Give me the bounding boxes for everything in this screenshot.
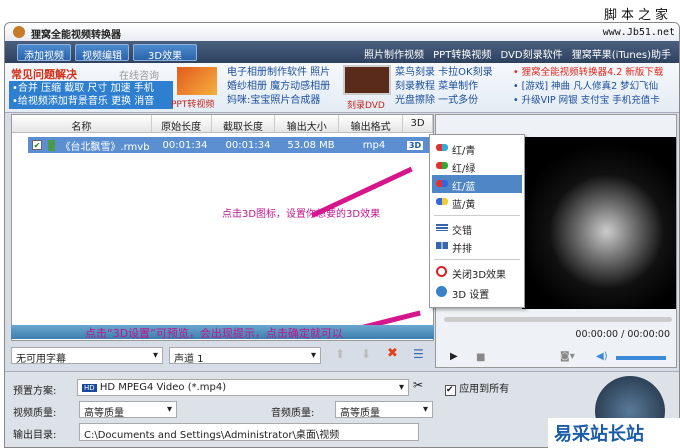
3d-context-menu: 红/青 红/绿 红/蓝 蓝/黄 交错 并排 关闭3D效果 3D 设置 [429,134,525,308]
video-quality-select[interactable]: 高等质量 ▾ [79,401,177,418]
link-photo-video[interactable]: 照片制作视频 [364,50,424,61]
promo-bar: 常见问题解决 在线咨询 •合并 压缩 截取 尺寸 加速 手机 •给视频添加背景音… [5,63,679,113]
horizontal-scrollbar[interactable]: 点击“3D设置”可预览，会出现提示，点击确定就可以 [11,325,434,340]
link-ppt-video[interactable]: PPT转换视频 [433,50,491,61]
ppt-links: 电子相册制作软件 照片 婚纱相册 魔方动感相册 妈咪:宝宝照片合成器 [227,66,330,108]
watermark-bottom: 易采站长站 [548,418,680,448]
table-row[interactable]: ✔ 《台北飘雪》.rmvb 00:01:34 00:01:34 53.08 MB… [28,137,433,153]
faq-line[interactable]: •合并 压缩 截取 尺寸 加速 手机 [12,82,170,95]
faq-line[interactable]: •给视频添加背景音乐 更换 消音 [12,95,170,108]
link-itunes[interactable]: 狸窝苹果(iTunes)助手 [572,50,671,61]
promo-link[interactable]: 妈咪:宝宝照片合成器 [227,94,330,108]
audio-quality-label: 音频质量: [271,408,315,419]
file-list-header: 名称 原始长度 截取长度 输出大小 输出格式 3D [12,115,433,133]
menu-red-cyan[interactable]: 红/青 [432,139,522,157]
orig-length: 00:01:34 [162,139,208,151]
preset-select[interactable]: HD HD MPEG4 Video (*.mp4) ▾ [77,379,409,396]
player-time: 00:00:00 / 00:00:00 [575,329,670,340]
promo-link[interactable]: 刻录教程 菜单制作 [395,80,493,94]
audio-track-select[interactable]: 声道 1 ▾ [169,347,321,364]
apply-all-checkbox[interactable]: ✔ 应用到所有 [445,380,509,396]
output-format: mp4 [362,139,386,151]
audio-quality-select[interactable]: 高等质量 ▾ [335,401,433,418]
col-orig-length[interactable]: 原始长度 [152,115,212,133]
link-dvd[interactable]: DVD刻录软件 [501,50,563,61]
add-video-button[interactable]: 添加视频 [17,44,71,62]
edit-video-button[interactable]: 视频编辑 [75,44,129,62]
move-down-button[interactable]: ⬇ [361,347,371,361]
row-checkbox[interactable]: ✔ [32,140,42,150]
annotation-2: 点击“3D设置”可预览，会出现提示，点击确定就可以 [85,327,343,340]
col-3d[interactable]: 3D [403,115,433,132]
toolbar: 添加视频 视频编辑 3D效果 照片制作视频 PPT转换视频 DVD刻录软件 狸窝… [5,41,679,63]
col-output-size[interactable]: 输出大小 [275,115,340,133]
menu-disable-3d[interactable]: 关闭3D效果 [432,263,522,281]
promo-link[interactable]: • 升级VIP 网银 支付宝 手机充值卡 [513,94,663,108]
menu-separator [434,215,520,216]
col-clip-length[interactable]: 截取长度 [212,115,276,133]
play-button[interactable]: ▶ [450,351,458,362]
dvd-links: 菜鸟刻录 卡拉OK刻录 刻录教程 菜单制作 光盘擦除 一式多份 [395,66,493,108]
file-list: 名称 原始长度 截取长度 输出大小 输出格式 3D ✔ 《台北飘雪》.rmvb … [11,114,434,341]
clip-length: 00:01:34 [225,139,271,151]
news-links: • 狸窝全能视频转换器4.2 新版下载 • [游戏] 神曲 凡人修真2 梦幻飞仙… [513,66,663,108]
promo-link[interactable]: 电子相册制作软件 照片 [227,66,330,80]
title-bar: 狸窝全能视频转换器 [5,23,679,41]
snapshot-button[interactable]: ◙▾ [560,351,575,362]
watermark-url: www.Jb51.net [602,27,675,38]
output-size: 53.08 MB [287,139,335,151]
seek-slider[interactable] [444,317,672,322]
stop-button[interactable]: ■ [476,352,485,363]
menu-3d-settings[interactable]: 3D 设置 [432,283,522,301]
menu-blue-yellow[interactable]: 蓝/黄 [432,193,522,211]
watermark-top: 脚本之家 [603,8,672,23]
preset-label: 预置方案: [13,386,57,397]
promo-link[interactable]: • [游戏] 神曲 凡人修真2 梦幻飞仙 [513,80,663,94]
volume-icon[interactable]: ◀) [596,351,608,362]
menu-red-blue[interactable]: 红/蓝 [432,175,522,193]
delete-button[interactable]: ✖ [387,346,398,361]
output-dir-value: C:\Documents and Settings\Administrator\… [84,430,340,441]
faq-title: 常见问题解决 [11,68,77,81]
video-quality-label: 视频质量: [13,408,57,419]
menu-red-green[interactable]: 红/绿 [432,157,522,175]
output-dir-input[interactable]: C:\Documents and Settings\Administrator\… [79,423,419,441]
menu-interlaced[interactable]: 交错 [432,219,522,237]
output-dir-label: 输出目录: [13,430,57,441]
apply-all-label: 应用到所有 [459,384,510,395]
file-name: 《台北飘雪》.rmvb [60,141,150,153]
app-logo-icon [13,26,25,38]
window-title: 狸窝全能视频转换器 [31,30,121,41]
toolbar-links: 照片制作视频 PPT转换视频 DVD刻录软件 狸窝苹果(iTunes)助手 [364,46,671,61]
volume-slider[interactable] [616,356,666,360]
consult-link[interactable]: 在线咨询 [119,67,159,82]
3d-icon[interactable]: 3D [407,140,423,150]
annotation-1: 点击3D图标，设置你想要的3D效果 [222,209,381,220]
clear-list-button[interactable]: ☰ [413,347,424,361]
subtitle-select[interactable]: 无可用字幕 ▾ [11,347,163,364]
promo-link[interactable]: 菜鸟刻录 卡拉OK刻录 [395,66,493,80]
promo-link[interactable]: 婚纱相册 魔方动感相册 [227,80,330,94]
promo-link[interactable]: • 狸窝全能视频转换器4.2 新版下载 [513,66,663,80]
ppt-label[interactable]: PPT转视频 [171,97,214,110]
promo-link[interactable]: 光盘擦除 一式多份 [395,94,493,108]
app-window: 狸窝全能视频转换器 www.Jb51.net 添加视频 视频编辑 3D效果 照片… [4,22,680,448]
col-name[interactable]: 名称 [12,115,152,133]
ppt-icon[interactable] [177,67,217,95]
faq-box: •合并 压缩 截取 尺寸 加速 手机 •给视频添加背景音乐 更换 消音 [9,81,173,109]
move-up-button[interactable]: ⬆ [335,347,345,361]
preview-image [522,137,676,309]
3d-effect-button[interactable]: 3D效果 [133,44,198,62]
menu-side-by-side[interactable]: 并排 [432,237,522,255]
dvd-thumbnail[interactable] [343,65,391,95]
dvd-label[interactable]: 刻录DVD [347,98,385,111]
film-icon [48,139,55,151]
preset-settings-icon[interactable]: ✂ [413,378,423,392]
menu-separator [434,259,520,260]
col-output-format[interactable]: 输出格式 [339,115,404,133]
